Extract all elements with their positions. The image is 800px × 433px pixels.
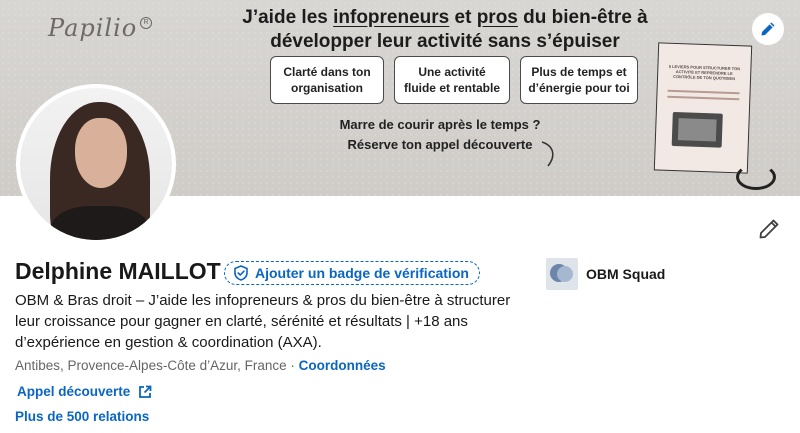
profile-location: Antibes, Provence-Alpes-Côte d’Azur, Fra…: [15, 358, 287, 373]
ebook-title: 5 LEVIERS POUR STRUCTURER TON ACTIVITÉ E…: [668, 63, 741, 82]
contact-info-link[interactable]: Coordonnées: [299, 358, 386, 373]
separator: ·: [286, 358, 299, 373]
verify-label: Ajouter un badge de vérification: [255, 265, 469, 281]
website-link[interactable]: Appel découverte: [17, 384, 152, 399]
banner-pill-1: Clarté dans ton organisation: [270, 56, 384, 104]
add-verification-badge-button[interactable]: Ajouter un badge de vérification: [224, 261, 480, 285]
edit-profile-button[interactable]: [756, 216, 782, 242]
pencil-icon: [761, 22, 775, 36]
registered-mark-icon: R: [140, 17, 152, 29]
profile-headline: OBM & Bras droit – J’aide les infopreneu…: [15, 292, 511, 351]
current-company[interactable]: OBM Squad: [546, 258, 665, 290]
swoosh-decoration: [541, 141, 554, 167]
banner-brand: Papilio: [48, 14, 138, 42]
profile-location-row: Antibes, Provence-Alpes-Côte d’Azur, Fra…: [15, 358, 386, 373]
company-name: OBM Squad: [586, 266, 666, 282]
banner-pill-2: Une activité fluide et rentable: [394, 56, 510, 104]
banner-cta-question: Marre de courir après le temps ?: [339, 117, 541, 132]
banner-pill-3: Plus de temps et d’énergie pour toi: [520, 56, 638, 104]
external-link-icon: [139, 385, 152, 398]
shield-check-icon: [234, 265, 248, 281]
profile-name: Delphine MAILLOT: [15, 258, 221, 284]
connections-link[interactable]: Plus de 500 relations: [15, 409, 149, 424]
website-link-label: Appel découverte: [17, 384, 131, 399]
banner-cta-action: Réserve ton appel découverte: [347, 137, 533, 152]
banner-headline: J’aide les infopreneurs et pros du bien-…: [242, 7, 648, 52]
laptop-illustration: [671, 111, 723, 148]
pencil-icon: [759, 219, 779, 239]
company-logo: [546, 258, 578, 290]
profile-photo[interactable]: [16, 84, 176, 244]
swirl-decoration: [736, 164, 776, 190]
edit-banner-button[interactable]: [752, 13, 784, 45]
ebook-cover: 5 LEVIERS POUR STRUCTURER TON ACTIVITÉ E…: [653, 42, 753, 174]
